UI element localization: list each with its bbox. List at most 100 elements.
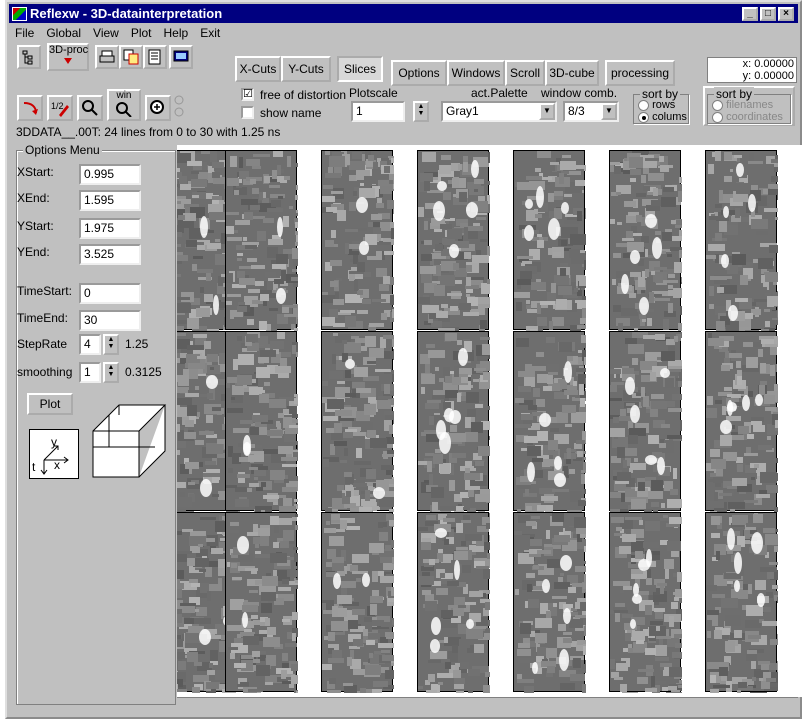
display-button[interactable] — [169, 45, 193, 69]
options-menu-panel: Options Menu XStart: 0.995 XEnd: 1.595 Y… — [16, 143, 176, 705]
plotscale-spinner[interactable]: ▲ ▼ — [413, 101, 429, 122]
slices-button[interactable]: Slices — [337, 56, 383, 82]
close-button[interactable]: × — [778, 6, 794, 21]
menu-plot[interactable]: Plot — [125, 26, 158, 40]
slice-image-r1-c4[interactable] — [417, 150, 503, 337]
xstart-input[interactable]: 0.995 — [79, 164, 141, 185]
slice-image-r3-c3[interactable] — [321, 512, 408, 697]
3d-cube-button[interactable]: 3D-cube — [545, 60, 599, 86]
info-line: 3DDATA__.00T: 24 lines from 0 to 30 with… — [16, 125, 281, 139]
zoom-in-icon — [150, 100, 164, 114]
slice-image-r2-c4[interactable] — [417, 331, 504, 519]
monitor-icon — [173, 50, 189, 62]
maximize-button[interactable]: □ — [760, 6, 776, 21]
timestart-label: TimeStart: — [17, 284, 72, 298]
smoothing-input[interactable]: 1 — [79, 362, 101, 383]
zoom-button[interactable] — [77, 95, 103, 121]
sort-columns-option[interactable]: colums — [638, 111, 687, 123]
menu-exit[interactable]: Exit — [194, 26, 226, 40]
x-cuts-button[interactable]: X-Cuts — [235, 56, 281, 82]
copy-button[interactable] — [119, 45, 143, 69]
free-of-distortion-label: free of distortion — [260, 88, 347, 102]
smoothing-value: 0.3125 — [125, 365, 162, 379]
axis-x-label: x — [54, 458, 60, 472]
slice-image-r1-c5[interactable] — [513, 150, 602, 337]
timeend-input[interactable]: 30 — [79, 310, 141, 331]
window-comb-select[interactable]: 8/3 ▼ — [563, 101, 619, 122]
free-of-distortion-checkbox[interactable]: ☑ — [241, 88, 254, 101]
pointer-tool-button[interactable] — [17, 95, 43, 121]
radio-columns[interactable] — [638, 111, 649, 123]
show-name-checkbox[interactable] — [241, 106, 254, 119]
tree-icon — [22, 50, 33, 65]
palette-select[interactable]: Gray1 ▼ — [441, 101, 557, 122]
sort-columns-label: colums — [652, 111, 687, 123]
tree-icon-button[interactable] — [17, 45, 41, 69]
win-label: win — [116, 90, 132, 101]
menu-global[interactable]: Global — [40, 26, 87, 40]
slice-image-r3-c4[interactable] — [417, 512, 503, 697]
steprate-input[interactable]: 4 — [79, 334, 101, 355]
palette-label: act.Palette — [471, 86, 528, 100]
coordinate-readout: x: 0.00000 y: 0.00000 — [707, 57, 797, 83]
y-cuts-button[interactable]: Y-Cuts — [281, 56, 331, 82]
slice-image-r1-c3[interactable] — [321, 150, 410, 331]
slice-plot-area[interactable] — [177, 145, 802, 697]
slice-image-r2-c5[interactable] — [513, 331, 601, 521]
plot-button[interactable]: Plot — [27, 393, 73, 415]
xend-input[interactable]: 1.595 — [79, 190, 141, 211]
slice-image-r1-c7[interactable] — [705, 150, 792, 336]
sort-filenames-option: filenames — [712, 99, 783, 111]
slice-image-r1-c2[interactable] — [225, 150, 313, 340]
radio-rows[interactable] — [638, 99, 649, 111]
x-coordinate: x: 0.00000 — [742, 58, 794, 70]
slice-image-r3-c7[interactable] — [705, 512, 793, 697]
processing-button[interactable]: processing — [605, 60, 675, 86]
windows-button[interactable]: Windows — [447, 60, 505, 86]
printer-icon — [99, 50, 115, 63]
zoom-window-button[interactable]: win — [107, 89, 141, 121]
radio-filenames — [712, 99, 723, 111]
plotscale-label: Plotscale — [349, 86, 398, 100]
slice-image-r3-c2[interactable] — [225, 512, 314, 697]
steprate-value: 1.25 — [125, 337, 149, 351]
slice-image-r1-c6[interactable] — [609, 150, 694, 339]
minimize-button[interactable]: _ — [742, 6, 758, 21]
window-comb-label: window comb. — [541, 86, 618, 100]
3d-proc-button[interactable]: 3D-proc — [47, 43, 89, 71]
sort-rows-label: rows — [652, 99, 676, 111]
axis-y-label: y — [51, 435, 57, 449]
proc-icon — [64, 58, 72, 64]
slice-image-r2-c3[interactable] — [321, 331, 408, 518]
slice-image-r2-c7[interactable] — [705, 331, 789, 519]
menu-view[interactable]: View — [87, 26, 125, 40]
magnifier-icon — [82, 100, 98, 116]
title-bar[interactable]: Reflexw - 3D-datainterpretation _ □ × — [9, 4, 798, 23]
slice-image-r2-c2[interactable] — [225, 331, 312, 518]
scroll-button[interactable]: Scroll — [505, 60, 545, 86]
slice-image-r2-c6[interactable] — [609, 331, 690, 517]
status-bar — [177, 697, 798, 715]
slice-image-r3-c5[interactable] — [513, 512, 600, 696]
export-button[interactable] — [143, 45, 167, 69]
yend-input[interactable]: 3.525 — [79, 244, 141, 265]
menu-help[interactable]: Help — [158, 26, 195, 40]
timestart-input[interactable]: 0 — [79, 283, 141, 304]
plotscale-input[interactable]: 1 — [351, 101, 405, 122]
magnifier-window-icon — [116, 102, 132, 118]
marker-tool-button[interactable]: 1/2 — [47, 95, 73, 121]
ystart-input[interactable]: 1.975 — [79, 218, 141, 239]
zoom-in-button[interactable] — [145, 95, 171, 121]
options-button[interactable]: Options — [391, 60, 447, 86]
export-icon — [148, 49, 161, 65]
print-button[interactable] — [95, 45, 119, 69]
sort-coordinates-option: coordinates — [712, 111, 783, 123]
show-name-label: show name — [260, 106, 322, 120]
menu-file[interactable]: File — [9, 26, 40, 40]
smoothing-spinner[interactable]: ▲ ▼ — [103, 362, 119, 383]
chevron-down-icon[interactable]: ▼ — [601, 103, 617, 120]
slice-image-r3-c6[interactable] — [609, 512, 697, 697]
sort-rows-option[interactable]: rows — [638, 99, 687, 111]
steprate-spinner[interactable]: ▲ ▼ — [103, 334, 119, 355]
chevron-down-icon[interactable]: ▼ — [539, 103, 555, 120]
